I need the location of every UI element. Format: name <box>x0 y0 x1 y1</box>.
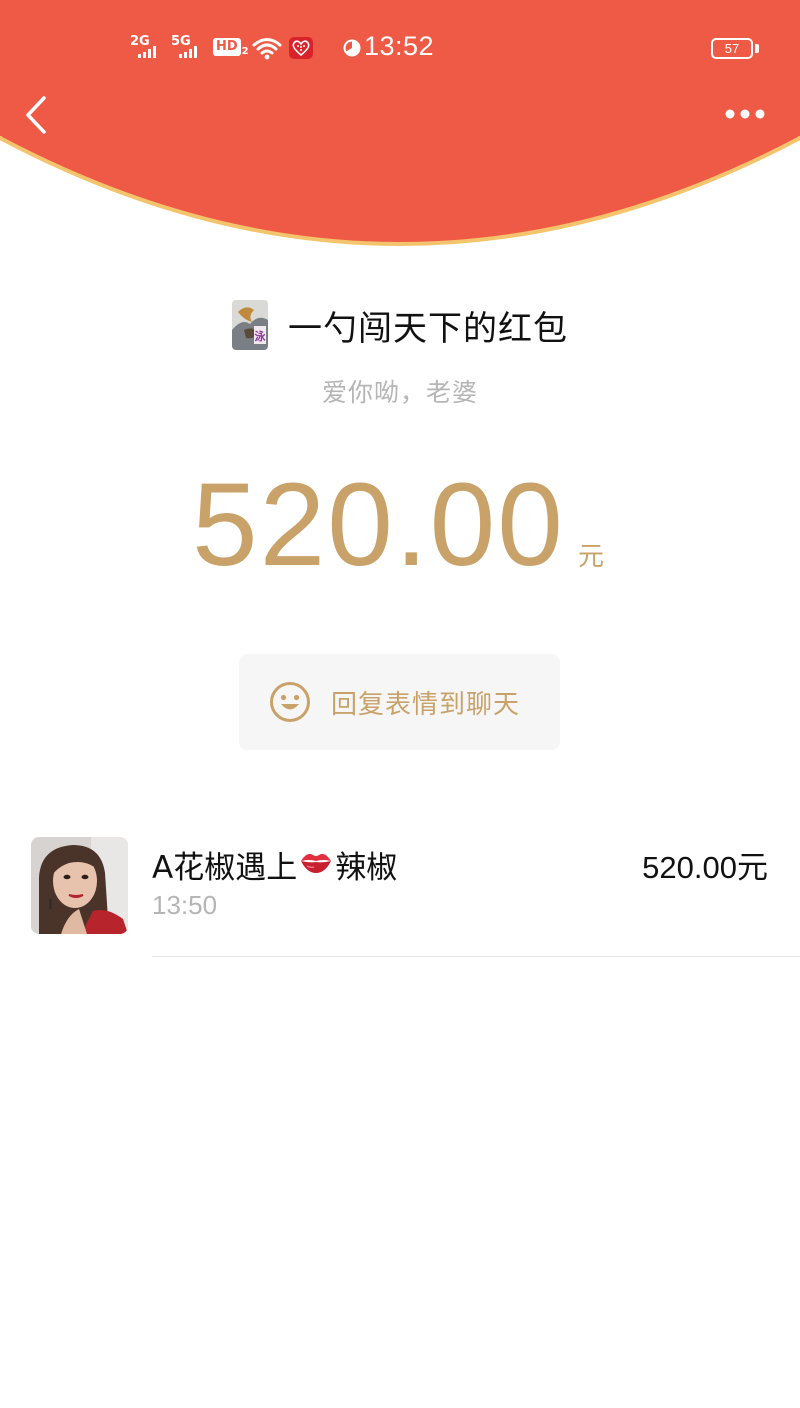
back-button[interactable] <box>18 90 68 140</box>
record-name: A花椒遇上 辣椒 <box>152 842 397 887</box>
wifi-icon <box>252 38 282 60</box>
record-name-suffix: 辣椒 <box>335 850 398 886</box>
divider <box>152 956 800 957</box>
status-bar: 2G 5G HD 2 13:52 57 <box>0 0 800 96</box>
avatar[interactable] <box>31 837 128 934</box>
more-dots-icon <box>725 109 765 119</box>
more-button[interactable] <box>718 96 774 132</box>
app-notification-icon <box>289 37 313 59</box>
alarm-icon <box>343 39 361 57</box>
sender-row: 泳 一勺闯天下的红包 <box>0 300 800 350</box>
hd-label: HD <box>213 38 241 56</box>
amount-unit: 元 <box>578 542 605 572</box>
battery-tip <box>755 44 759 53</box>
record-amount: 520.00元 <box>642 850 768 885</box>
status-time: 13:52 <box>364 31 435 61</box>
hd-sub-label: 2 <box>241 46 249 57</box>
blessing-text: 爱你呦，老婆 <box>321 378 478 407</box>
hd-voice-icon: HD 2 <box>213 38 249 58</box>
sender-avatar[interactable]: 泳 <box>232 300 268 350</box>
chevron-left-icon <box>26 96 46 134</box>
battery-level: 57 <box>724 41 740 56</box>
svg-text:泳: 泳 <box>255 329 267 343</box>
amount-value: 520.00 <box>192 459 565 591</box>
reply-label: 回复表情到聊天 <box>331 689 521 720</box>
record-name-prefix: A花椒遇上 <box>152 850 298 886</box>
packet-title: 一勺闯天下的红包 <box>288 308 568 349</box>
smiley-icon <box>270 682 310 722</box>
reply-sticker-button[interactable]: 回复表情到聊天 <box>239 654 560 750</box>
list-item[interactable]: A花椒遇上 辣椒 13:50 520.00元 <box>0 830 800 960</box>
lips-icon <box>299 847 333 883</box>
record-time: 13:50 <box>152 890 218 920</box>
battery-icon: 57 <box>711 38 753 59</box>
